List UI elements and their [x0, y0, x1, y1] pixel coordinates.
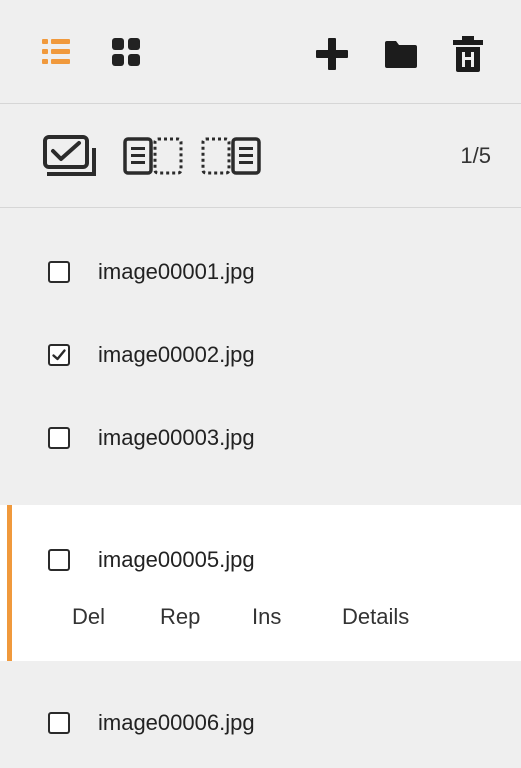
toolbar: [0, 0, 521, 104]
delete-button[interactable]: Del: [72, 603, 105, 631]
item-filename: image00006.jpg: [98, 710, 255, 735]
select-all-icon[interactable]: [42, 134, 100, 178]
item-checkbox[interactable]: [48, 549, 70, 571]
list-view-icon[interactable]: [40, 36, 72, 68]
list-item[interactable]: image00002.jpg: [0, 336, 521, 376]
selection-accent-bar: [7, 505, 12, 661]
item-checkbox[interactable]: [48, 427, 70, 449]
list-item[interactable]: image00003.jpg: [0, 419, 521, 459]
item-checkbox[interactable]: [48, 261, 70, 283]
item-filename: image00003.jpg: [98, 425, 255, 450]
grid-view-icon[interactable]: [110, 36, 142, 68]
list-item[interactable]: image00006.jpg: [0, 704, 521, 744]
item-filename: image00002.jpg: [98, 342, 255, 367]
add-icon[interactable]: [314, 36, 350, 72]
item-checkbox[interactable]: [48, 712, 70, 734]
selected-list-item[interactable]: image00005.jpg Del Rep Ins Details: [0, 505, 521, 661]
page-counter: 1/5: [460, 143, 491, 168]
selection-toolbar: [0, 104, 521, 208]
details-button[interactable]: Details: [342, 603, 409, 631]
item-filename: image00001.jpg: [98, 259, 255, 284]
select-before-icon[interactable]: [122, 136, 184, 176]
trash-icon[interactable]: [452, 35, 484, 73]
insert-button[interactable]: Ins: [252, 603, 281, 631]
checkmark-icon: [52, 349, 66, 361]
folder-icon[interactable]: [383, 38, 419, 70]
list-item[interactable]: image00001.jpg: [0, 253, 521, 293]
replace-button[interactable]: Rep: [160, 603, 200, 631]
list-item[interactable]: image00005.jpg: [0, 541, 521, 581]
item-actions: Del Rep Ins Details: [0, 603, 521, 637]
item-checkbox-checked[interactable]: [48, 344, 70, 366]
item-filename: image00005.jpg: [98, 547, 255, 572]
select-after-icon[interactable]: [200, 136, 262, 176]
